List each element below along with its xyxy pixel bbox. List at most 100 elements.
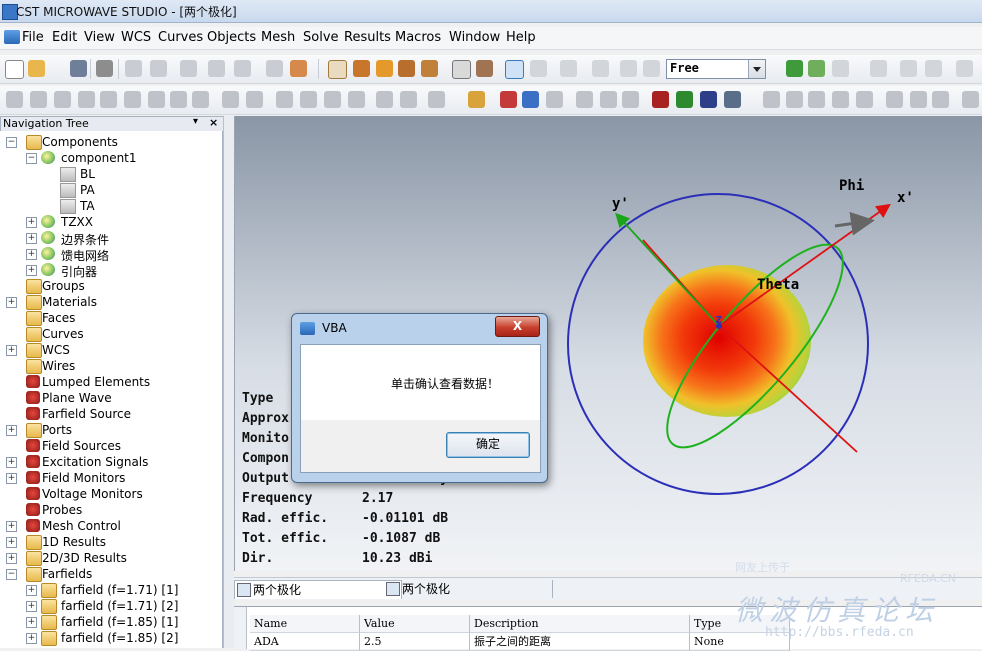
boolean-icon[interactable]: [808, 60, 825, 77]
grid-icon[interactable]: [530, 60, 547, 77]
shell-icon[interactable]: [324, 91, 341, 108]
boundary-icon[interactable]: [576, 91, 593, 108]
column-header-description[interactable]: Description: [470, 615, 690, 633]
splitter[interactable]: [223, 116, 234, 648]
sphere-icon[interactable]: [30, 91, 47, 108]
no-entry-icon[interactable]: [962, 91, 979, 108]
working-plane-icon[interactable]: [643, 60, 660, 77]
mode-select[interactable]: Free: [666, 59, 766, 79]
ruler-measure-icon[interactable]: [468, 91, 485, 108]
solver-f-icon[interactable]: [676, 91, 693, 108]
collapse-icon[interactable]: −: [26, 153, 37, 164]
polyline-icon[interactable]: [786, 91, 803, 108]
view-options-icon[interactable]: [476, 60, 493, 77]
torus-icon[interactable]: [100, 91, 117, 108]
ruler-icon[interactable]: [870, 60, 887, 77]
expand-icon[interactable]: +: [26, 601, 37, 612]
expand-icon[interactable]: +: [26, 233, 37, 244]
navigation-tree[interactable]: − Components − component1 BL PA TA + TZXX +…: [0, 131, 223, 648]
mesh-view-icon[interactable]: [522, 91, 539, 108]
cone-icon[interactable]: [78, 91, 95, 108]
expand-icon[interactable]: +: [6, 345, 17, 356]
param-name-cell[interactable]: ADA: [250, 633, 360, 651]
collapse-icon[interactable]: −: [6, 137, 17, 148]
port-icon[interactable]: [500, 91, 517, 108]
transform-icon[interactable]: [832, 60, 849, 77]
zoom-icon[interactable]: [398, 60, 415, 77]
param-description-cell[interactable]: 振子之间的距离: [470, 633, 690, 651]
bend-icon[interactable]: [192, 91, 209, 108]
chevron-down-icon[interactable]: [748, 60, 765, 78]
menu-window[interactable]: Window: [449, 30, 500, 45]
menu-help[interactable]: Help: [506, 30, 536, 45]
column-header-value[interactable]: Value: [360, 615, 470, 633]
fit-view-icon[interactable]: [452, 60, 471, 79]
expand-icon[interactable]: +: [6, 537, 17, 548]
mesh-properties-icon[interactable]: [546, 91, 563, 108]
align-icon[interactable]: [925, 60, 942, 77]
cutplane-icon[interactable]: [620, 60, 637, 77]
extrude-icon[interactable]: [124, 91, 141, 108]
open-folder-icon[interactable]: [28, 60, 45, 77]
circle-icon[interactable]: [808, 91, 825, 108]
pin-icon[interactable]: ▾: [193, 116, 198, 127]
parameter-icon[interactable]: [266, 60, 283, 77]
square-icon[interactable]: [932, 91, 949, 108]
menu-mesh[interactable]: Mesh: [261, 30, 295, 45]
expand-icon[interactable]: +: [6, 521, 17, 532]
spline-icon[interactable]: [856, 91, 873, 108]
monitor-icon[interactable]: [622, 91, 639, 108]
cylinder-icon[interactable]: [54, 91, 71, 108]
trim-icon[interactable]: [886, 91, 903, 108]
select-mode-icon[interactable]: [328, 60, 347, 79]
expand-icon[interactable]: +: [26, 633, 37, 644]
expand-icon[interactable]: +: [26, 217, 37, 228]
solver-t-icon[interactable]: [652, 91, 669, 108]
align-solid-icon[interactable]: [376, 91, 393, 108]
print-icon[interactable]: [96, 60, 113, 77]
dialog-close-button[interactable]: X: [495, 316, 540, 337]
expand-icon[interactable]: +: [6, 297, 17, 308]
mirror-icon[interactable]: [900, 60, 917, 77]
menu-solve[interactable]: Solve: [303, 30, 339, 45]
expand-icon[interactable]: +: [6, 457, 17, 468]
chamfer-icon[interactable]: [300, 91, 317, 108]
boolean-subtract-icon[interactable]: [246, 91, 263, 108]
copy-icon[interactable]: [180, 60, 197, 77]
redo-icon[interactable]: [234, 60, 251, 77]
menu-file[interactable]: File: [22, 30, 44, 45]
brick-icon[interactable]: [6, 91, 23, 108]
menu-view[interactable]: View: [84, 30, 115, 45]
arc-icon[interactable]: [832, 91, 849, 108]
cst-logo-icon[interactable]: [4, 30, 20, 44]
menu-edit[interactable]: Edit: [52, 30, 77, 45]
ok-button[interactable]: 确定: [446, 432, 530, 458]
pan-icon[interactable]: [376, 60, 393, 77]
pick-face-icon[interactable]: [400, 91, 417, 108]
line-icon[interactable]: [763, 91, 780, 108]
solid-icon[interactable]: [786, 60, 803, 77]
expand-icon[interactable]: +: [6, 425, 17, 436]
expand-icon[interactable]: +: [26, 249, 37, 260]
menu-macros[interactable]: Macros: [395, 30, 441, 45]
expand-icon[interactable]: +: [6, 553, 17, 564]
boolean-add-icon[interactable]: [222, 91, 239, 108]
expand-icon[interactable]: +: [26, 617, 37, 628]
expand-icon[interactable]: +: [6, 473, 17, 484]
local-wcs-icon[interactable]: [428, 91, 445, 108]
column-header-name[interactable]: Name: [250, 615, 360, 633]
solver-i-icon[interactable]: [724, 91, 741, 108]
param-value-cell[interactable]: 2.5: [360, 633, 470, 651]
cube-view-icon[interactable]: [560, 60, 577, 77]
tab-active[interactable]: 两个极化: [234, 580, 402, 599]
axes-icon[interactable]: [505, 60, 524, 79]
tab-inactive[interactable]: 两个极化: [384, 580, 553, 598]
solver-e-icon[interactable]: [700, 91, 717, 108]
new-file-icon[interactable]: [5, 60, 24, 79]
panel-handle[interactable]: [234, 607, 247, 649]
menu-wcs[interactable]: WCS: [121, 30, 151, 45]
macro-icon[interactable]: [290, 60, 307, 77]
expand-icon[interactable]: +: [26, 265, 37, 276]
menu-results[interactable]: Results: [344, 30, 391, 45]
delete-curve-icon[interactable]: [910, 91, 927, 108]
